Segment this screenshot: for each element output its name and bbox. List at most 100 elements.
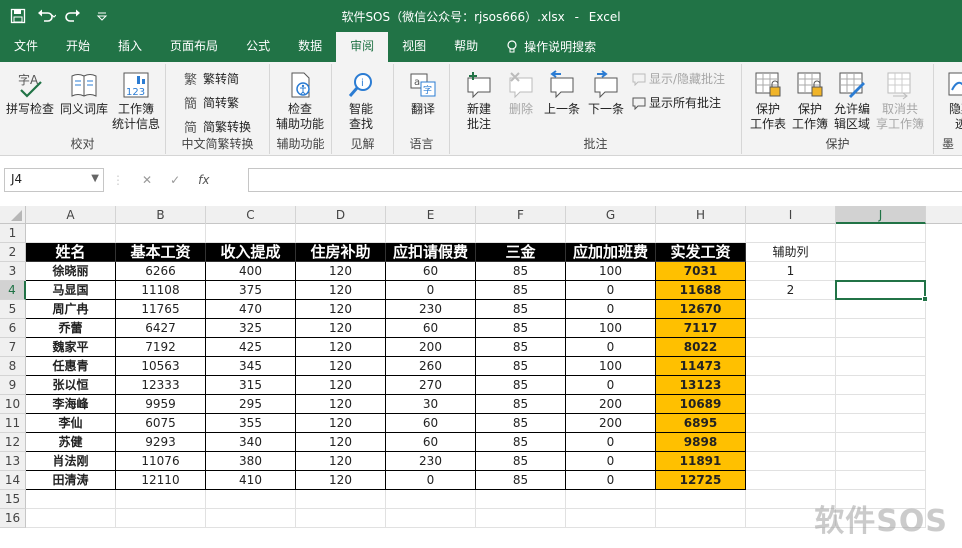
cell-b15[interactable] <box>116 490 206 509</box>
name-box[interactable]: J4 ▼ <box>4 168 104 192</box>
tab-insert[interactable]: 插入 <box>104 32 156 62</box>
column-header-d[interactable]: D <box>296 206 386 224</box>
row-header-2[interactable]: 2 <box>0 243 26 262</box>
cell-f6[interactable]: 85 <box>476 319 566 338</box>
column-header-h[interactable]: H <box>656 206 746 224</box>
cell-d15[interactable] <box>296 490 386 509</box>
cell-d1[interactable] <box>296 224 386 243</box>
cell-f5[interactable]: 85 <box>476 300 566 319</box>
cell-f1[interactable] <box>476 224 566 243</box>
cell-c1[interactable] <box>206 224 296 243</box>
cell-a12[interactable]: 苏健 <box>26 433 116 452</box>
cell-c15[interactable] <box>206 490 296 509</box>
cell-f9[interactable]: 85 <box>476 376 566 395</box>
cell-a16[interactable] <box>26 509 116 528</box>
cell-f15[interactable] <box>476 490 566 509</box>
cell-d12[interactable]: 120 <box>296 433 386 452</box>
cell-i9[interactable] <box>746 376 836 395</box>
cell-j3[interactable] <box>836 262 926 281</box>
cell-i2[interactable]: 辅助列 <box>746 243 836 262</box>
row-header-8[interactable]: 8 <box>0 357 26 376</box>
cell-g7[interactable]: 0 <box>566 338 656 357</box>
cell-j14[interactable] <box>836 471 926 490</box>
cell-e5[interactable]: 230 <box>386 300 476 319</box>
row-header-4[interactable]: 4 <box>0 281 26 300</box>
cell-g6[interactable]: 100 <box>566 319 656 338</box>
trad-to-simp-button[interactable]: 繁 繁转简 <box>184 70 239 87</box>
row-header-3[interactable]: 3 <box>0 262 26 281</box>
cell-g10[interactable]: 200 <box>566 395 656 414</box>
confirm-entry-button[interactable]: ✓ <box>170 173 180 187</box>
cell-g4[interactable]: 0 <box>566 281 656 300</box>
column-header-c[interactable]: C <box>206 206 296 224</box>
cell-h5[interactable]: 12670 <box>656 300 746 319</box>
cell-j13[interactable] <box>836 452 926 471</box>
thesaurus-button[interactable]: 同义词库 <box>60 68 108 117</box>
cell-g16[interactable] <box>566 509 656 528</box>
column-header-f[interactable]: F <box>476 206 566 224</box>
cell-a13[interactable]: 肖法刚 <box>26 452 116 471</box>
cell-b1[interactable] <box>116 224 206 243</box>
row-header-9[interactable]: 9 <box>0 376 26 395</box>
row-header-13[interactable]: 13 <box>0 452 26 471</box>
cell-c2[interactable]: 收入提成 <box>206 243 296 262</box>
column-header-a[interactable]: A <box>26 206 116 224</box>
cell-e6[interactable]: 60 <box>386 319 476 338</box>
select-all-button[interactable] <box>0 206 26 224</box>
chinese-convert-button[interactable]: 简 简繁转换 <box>184 118 251 135</box>
protect-sheet-button[interactable]: 保护 工作表 <box>750 68 786 132</box>
cell-e3[interactable]: 60 <box>386 262 476 281</box>
cell-f13[interactable]: 85 <box>476 452 566 471</box>
row-header-12[interactable]: 12 <box>0 433 26 452</box>
cell-d11[interactable]: 120 <box>296 414 386 433</box>
cell-h9[interactable]: 13123 <box>656 376 746 395</box>
cell-i14[interactable] <box>746 471 836 490</box>
cell-j12[interactable] <box>836 433 926 452</box>
cell-g5[interactable]: 0 <box>566 300 656 319</box>
show-all-comments-button[interactable]: 显示所有批注 <box>632 94 721 111</box>
cell-f12[interactable]: 85 <box>476 433 566 452</box>
cell-a6[interactable]: 乔蕾 <box>26 319 116 338</box>
workbook-stats-button[interactable]: 123 工作簿 统计信息 <box>112 68 160 132</box>
cell-g9[interactable]: 0 <box>566 376 656 395</box>
tell-me-search[interactable]: 操作说明搜索 <box>492 32 610 62</box>
tab-data[interactable]: 数据 <box>284 32 336 62</box>
cell-e16[interactable] <box>386 509 476 528</box>
cell-e1[interactable] <box>386 224 476 243</box>
cell-e12[interactable]: 60 <box>386 433 476 452</box>
column-header-b[interactable]: B <box>116 206 206 224</box>
cell-c14[interactable]: 410 <box>206 471 296 490</box>
row-header-6[interactable]: 6 <box>0 319 26 338</box>
previous-comment-button[interactable]: 上一条 <box>544 68 580 117</box>
cell-a15[interactable] <box>26 490 116 509</box>
cell-i5[interactable] <box>746 300 836 319</box>
cell-i12[interactable] <box>746 433 836 452</box>
cell-b8[interactable]: 10563 <box>116 357 206 376</box>
cell-f14[interactable]: 85 <box>476 471 566 490</box>
cell-j7[interactable] <box>836 338 926 357</box>
cell-b5[interactable]: 11765 <box>116 300 206 319</box>
cell-f16[interactable] <box>476 509 566 528</box>
tab-page-layout[interactable]: 页面布局 <box>156 32 232 62</box>
formula-input[interactable] <box>248 168 962 192</box>
fill-handle[interactable] <box>922 296 928 302</box>
cell-a9[interactable]: 张以恒 <box>26 376 116 395</box>
cell-e13[interactable]: 230 <box>386 452 476 471</box>
cell-d3[interactable]: 120 <box>296 262 386 281</box>
new-comment-button[interactable]: 新建 批注 <box>462 68 496 132</box>
cell-e15[interactable] <box>386 490 476 509</box>
row-header-7[interactable]: 7 <box>0 338 26 357</box>
cell-b13[interactable]: 11076 <box>116 452 206 471</box>
cell-g1[interactable] <box>566 224 656 243</box>
smart-lookup-button[interactable]: i 智能 查找 <box>344 68 378 132</box>
column-header-i[interactable]: I <box>746 206 836 224</box>
cell-d10[interactable]: 120 <box>296 395 386 414</box>
cell-i6[interactable] <box>746 319 836 338</box>
cell-d8[interactable]: 120 <box>296 357 386 376</box>
cell-c16[interactable] <box>206 509 296 528</box>
cell-d4[interactable]: 120 <box>296 281 386 300</box>
cell-c5[interactable]: 470 <box>206 300 296 319</box>
cell-h13[interactable]: 11891 <box>656 452 746 471</box>
cell-f3[interactable]: 85 <box>476 262 566 281</box>
cell-c9[interactable]: 315 <box>206 376 296 395</box>
